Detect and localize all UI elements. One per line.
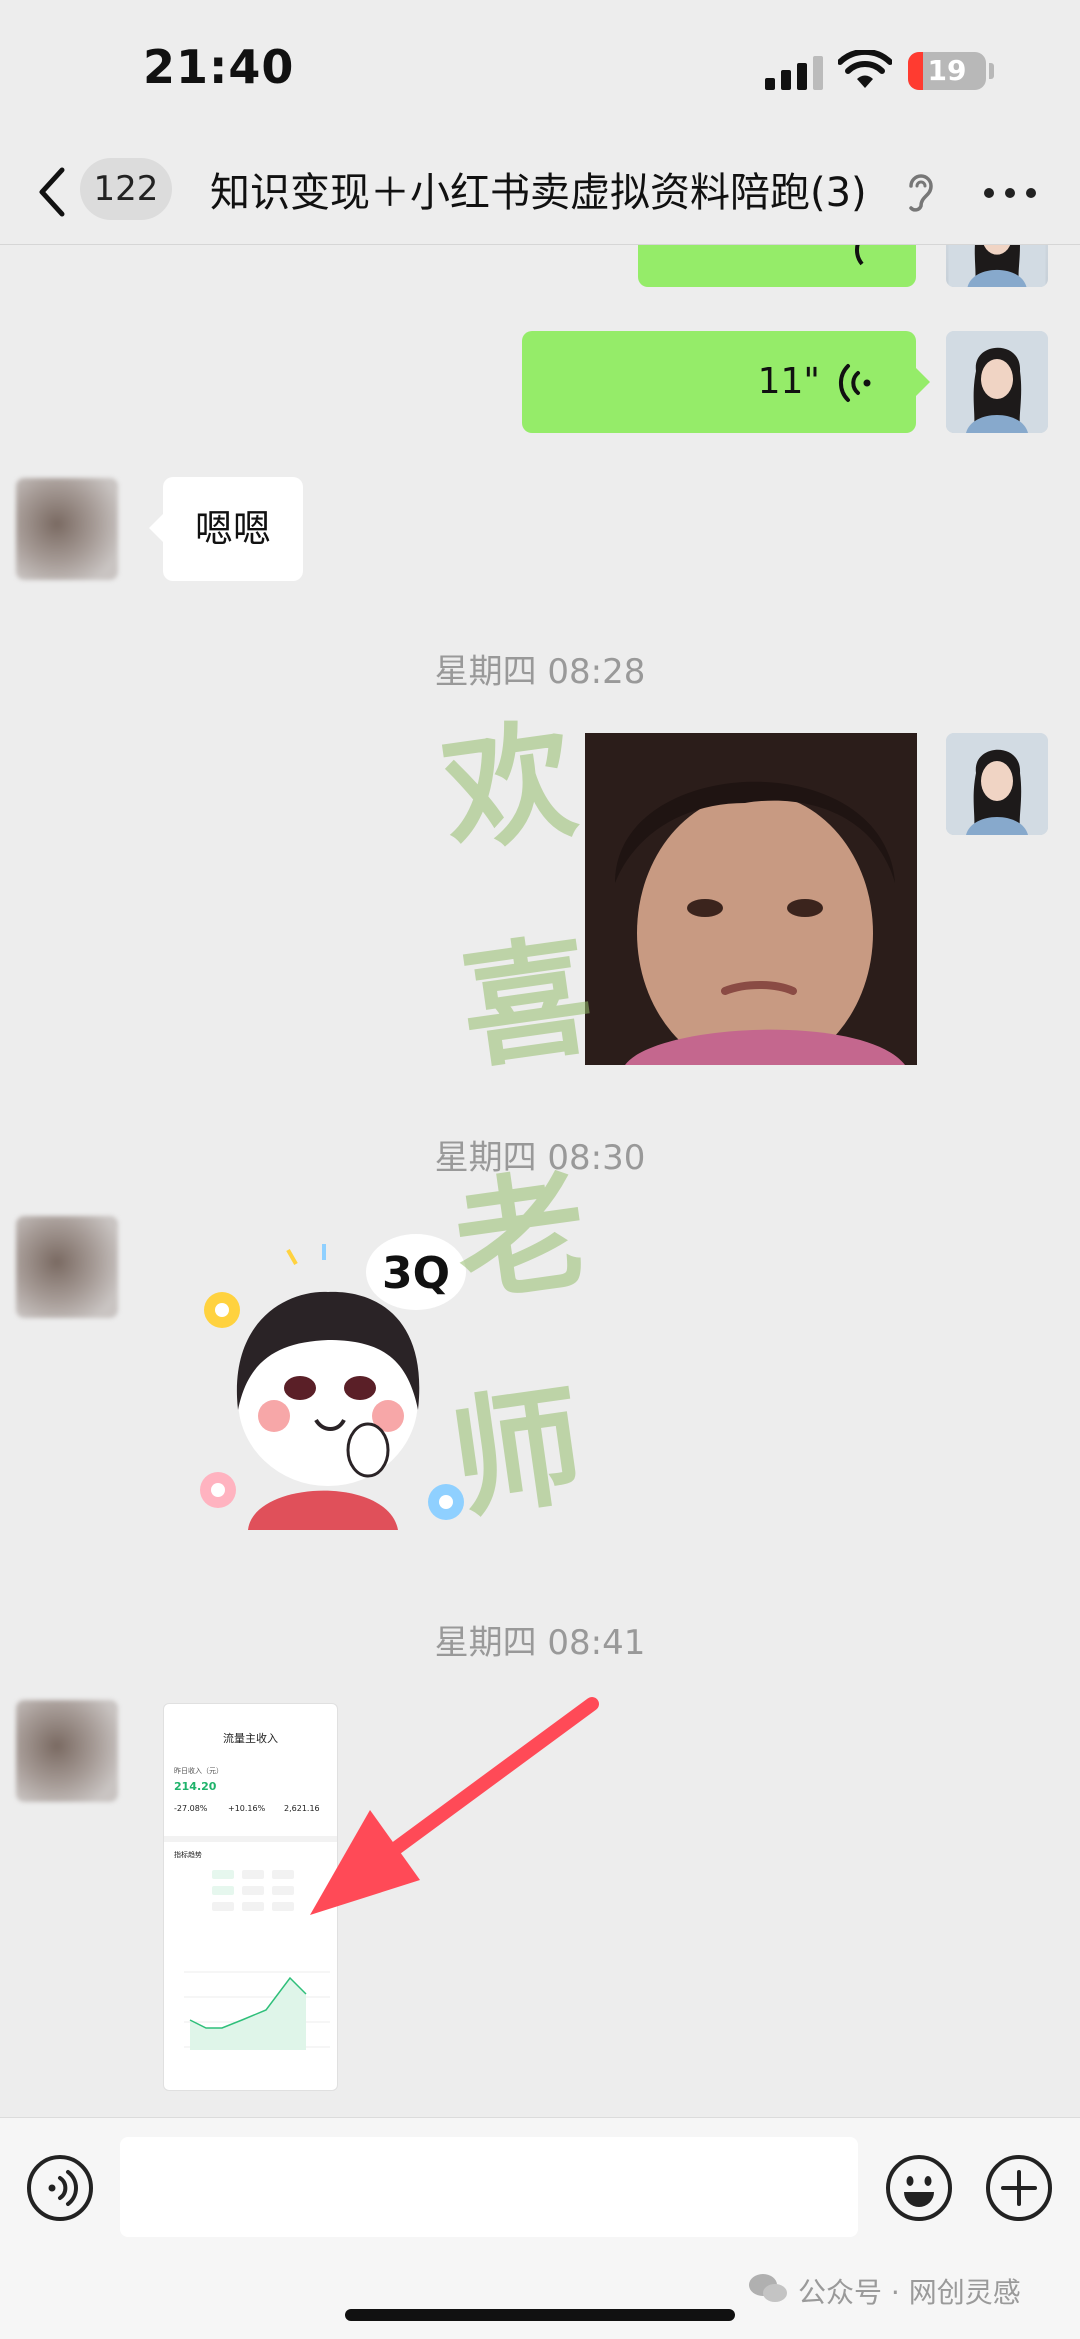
wechat-logo-icon	[749, 2274, 787, 2302]
voice-wave-icon	[838, 364, 871, 402]
footer-brand: 公众号 · 网创灵感	[798, 2276, 1021, 2309]
avatar-blurred[interactable]	[16, 1216, 118, 1318]
avatar[interactable]	[946, 331, 1048, 433]
child-photo	[585, 733, 917, 1065]
battery-icon: 19	[908, 52, 986, 90]
avatar-portrait	[946, 733, 1048, 835]
red-arrow-annotation	[310, 1697, 599, 1915]
thumb-stat: +10.16%	[228, 1804, 266, 1813]
watermark-char: 老	[445, 1151, 596, 1322]
wifi-icon	[838, 50, 892, 88]
image-message[interactable]	[585, 733, 917, 1065]
plus-icon[interactable]	[985, 2154, 1053, 2222]
thumb-label: 昨日收入（元）	[174, 1767, 223, 1775]
timestamp: 星期四 08:28	[434, 652, 646, 692]
avatar-blurred[interactable]	[16, 1700, 118, 1802]
unread-count-badge[interactable]: 122	[80, 158, 172, 220]
message-text: 嗯嗯	[195, 507, 272, 551]
watermark-char: 师	[441, 1367, 592, 1538]
ear-icon	[909, 174, 933, 212]
text-message[interactable]: 嗯嗯	[149, 477, 304, 581]
home-indicator[interactable]	[345, 2309, 735, 2321]
thumb-value: 214.20	[174, 1780, 217, 1793]
avatar-portrait	[946, 331, 1048, 433]
status-time: 21:40	[143, 40, 295, 94]
status-bar: 21:40 19	[0, 0, 1080, 140]
chat-title[interactable]: 知识变现＋小红书卖虚拟资料陪跑(3)	[210, 162, 900, 224]
emoji-icon[interactable]	[885, 2154, 953, 2222]
watermark-char: 喜	[451, 917, 602, 1088]
thumb-stat: -27.08%	[174, 1804, 208, 1813]
thumb-section: 指标趋势	[174, 1851, 202, 1859]
cellular-signal-icon	[765, 56, 825, 90]
sticker-text: 3Q	[381, 1248, 451, 1299]
chat-header: 122 知识变现＋小红书卖虚拟资料陪跑(3)	[0, 140, 1080, 245]
more-icon[interactable]	[984, 178, 1036, 208]
voice-duration: 11"	[757, 361, 820, 402]
message-input[interactable]	[120, 2137, 858, 2237]
voice-input-icon[interactable]	[26, 2154, 94, 2222]
avatar[interactable]	[946, 733, 1048, 835]
chevron-left-icon[interactable]	[30, 162, 80, 222]
battery-level: 19	[927, 54, 967, 87]
timestamp: 星期四 08:41	[434, 1623, 646, 1663]
voice-message[interactable]: 11"	[522, 331, 930, 433]
avatar-blurred[interactable]	[16, 478, 118, 580]
battery-tip	[989, 63, 994, 79]
thumb-trend-chart	[184, 1971, 330, 2050]
bubble-tail	[149, 513, 164, 543]
bubble-tail	[915, 367, 930, 397]
watermark-char: 欢	[433, 701, 584, 872]
